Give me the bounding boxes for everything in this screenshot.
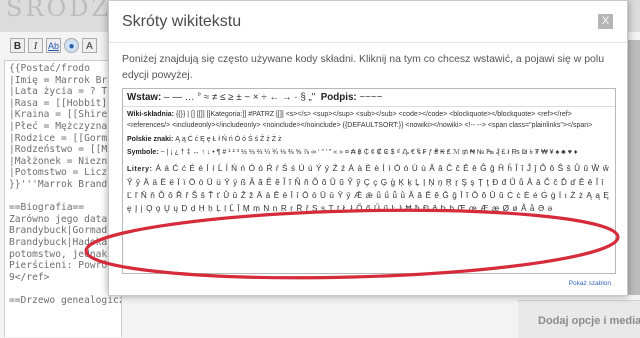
show-template-link[interactable]: Pokaż szablon [569, 280, 611, 287]
editor-line: 9</ref> [9, 271, 50, 283]
editor-line: |Rodzice = [[Gormad [9, 132, 119, 144]
editor-line: Zarówno jego data [9, 213, 108, 225]
add-options-label[interactable]: Dodaj opcje i media [538, 315, 640, 327]
wiki-syntax-group: Wiki-składnia: {{}} | [] [[]] [[Kategori… [123, 110, 615, 132]
editor-line: |Potomstwo = Liczni [9, 167, 119, 179]
editor-line: }}'''Marrok Brandyb [9, 178, 119, 190]
editor-line: ==Drzewo genealogiczne== [9, 294, 121, 306]
editor-line: Pierścieni: Powrót [9, 260, 113, 272]
insert-label: Wstaw: [127, 92, 162, 103]
letters-group: Litery: Á á Ć ć É é Í í Ĺ ĺ Ń ń Ó ó Ŕ ŕ … [123, 162, 615, 215]
editor-line: |Kraina = [[Shire]] [9, 109, 119, 121]
editor-line: Brandybuck|Gormad [9, 225, 108, 237]
letters-label: Litery: [127, 166, 153, 174]
editor-line: ==Biografia== [9, 202, 85, 214]
wiki-syntax-label: Wiki-składnia: [127, 111, 175, 118]
signature-symbol[interactable]: ~~~~ [359, 92, 382, 103]
editor-line: |Lata życia = ? TE [9, 86, 113, 98]
page-scroll-area [628, 40, 640, 295]
close-icon[interactable]: X [598, 14, 613, 29]
dialog-title: Skróty wikitekstu [122, 13, 242, 30]
editor-line: |Rodzeństwo = [[Mad [9, 144, 119, 156]
toolbar-button[interactable]: B [10, 38, 25, 53]
editor-line: Brandybuck|Hadoka] [9, 236, 113, 248]
editor-line: |Małżonek = Nieznan [9, 155, 119, 167]
polish-chars-label: Polskie znaki: [127, 135, 174, 143]
polish-chars[interactable]: Ą ą Ć ć Ę ę Ł ł Ń ń Ó ó Ś ś Ź ź Ż ż [175, 136, 281, 143]
wiki-syntax-items[interactable]: {{}} | [] [[]] [[Kategoria:]] #PATRZ [[]… [127, 111, 592, 129]
editor-line: |Płeć = Mężczyzna [9, 120, 108, 132]
editor-toolbar: B I Ab ● A [10, 38, 110, 56]
letters-chars[interactable]: Á á Ć ć É é Í í Ĺ ĺ Ń ń Ó ó Ŕ ŕ Ś ś Ú ú … [127, 164, 609, 213]
editor-line: |Imię = Marrok Brand [9, 74, 122, 86]
editor-textarea[interactable]: {{Postać/frodo |Imię = Marrok Brand |Lata … [4, 60, 122, 337]
toolbar-button[interactable]: Ab [46, 38, 61, 53]
insert-symbols[interactable]: – — … ° ≈ ≠ ≤ ≥ ± − × ÷ ← → · § „" [164, 92, 315, 103]
editor-line: potomstwo, jednak j [9, 248, 119, 260]
signature-label: Podpis: [320, 92, 357, 103]
dialog-divider [109, 42, 627, 43]
dialog-description: Poniżej znajdują się często używane kody… [122, 53, 605, 81]
toolbar-button[interactable]: ● [64, 38, 79, 53]
symbols-group: Symbole: ~ | ¡ ¿ † ‡ ↔ ↑ ↓ • ¶ # ¹ ² ³ ½… [123, 148, 615, 159]
polish-chars-group: Polskie znaki: Ą ą Ć ć Ę ę Ł ł Ń ń Ó ó Ś… [123, 135, 615, 146]
insert-row: Wstaw: – — … ° ≈ ≠ ≤ ≥ ± − × ÷ ← → · § „… [123, 89, 615, 107]
special-characters-box: Wstaw: – — … ° ≈ ≠ ≤ ≥ ± − × ÷ ← → · § „… [122, 88, 616, 274]
symbols-label: Symbole: [127, 149, 159, 157]
toolbar-button[interactable]: A [82, 38, 97, 53]
wikitext-shortcuts-dialog: Skróty wikitekstu X Poniżej znajdują się… [108, 0, 628, 296]
toolbar-button[interactable]: I [28, 38, 43, 53]
editor-line: |Rasa = [[Hobbit]] [9, 97, 113, 109]
symbols-chars[interactable]: ~ | ¡ ¿ † ‡ ↔ ↑ ↓ • ¶ # ¹ ² ³ ½ ⅓ ⅔ ¼ ¾ … [160, 149, 577, 156]
editor-line: {{Postać/frodo [9, 63, 90, 74]
